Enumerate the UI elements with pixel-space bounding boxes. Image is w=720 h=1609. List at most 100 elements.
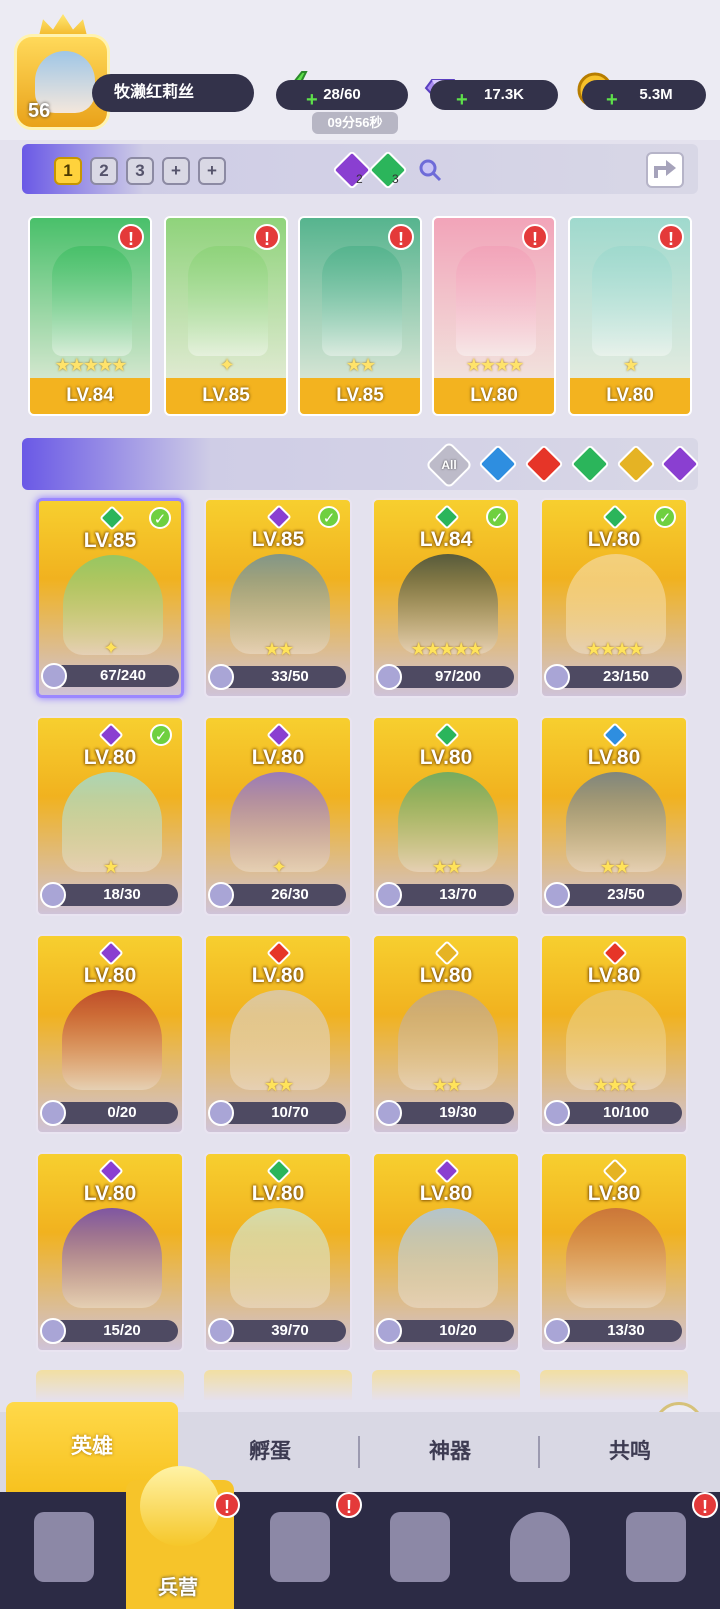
add-gems-button[interactable]: + [456, 90, 472, 110]
fragment-icon [544, 664, 570, 690]
hero-portrait [322, 246, 402, 356]
team-hero-card[interactable]: ★ LV.80! [568, 216, 692, 416]
hero-card[interactable]: LV.80 ★ 18/30 ✓ [36, 716, 184, 916]
dark-gem-count: 2 [356, 172, 363, 186]
element-icon [99, 505, 125, 531]
hero-stars: ★ [622, 355, 639, 375]
element-icon [266, 504, 292, 530]
hero-stars: ★★★ [592, 1075, 637, 1095]
tab-artifacts[interactable]: 神器 [362, 1412, 538, 1492]
hero-stars: ★★★★★ [410, 639, 484, 659]
hero-stars: ★★★★ [585, 639, 645, 659]
fragment-icon [544, 882, 570, 908]
hero-card[interactable]: LV.80 ✦ 26/30 [204, 716, 352, 916]
tab-divider [358, 1436, 360, 1468]
element-icon [98, 722, 124, 748]
hero-card[interactable]: LV.85 ★★ 33/50 ✓ [204, 498, 352, 698]
hero-stars: ✦ [271, 857, 286, 877]
team-slot-add-1[interactable]: + [162, 157, 190, 185]
gold-value: 5.3M [582, 80, 706, 110]
hero-portrait [592, 246, 672, 356]
hero-card[interactable]: LV.80 ★★ 13/70 [372, 716, 520, 916]
hero-card[interactable]: LV.80 0/20 [36, 934, 184, 1134]
book-icon [270, 1512, 330, 1582]
hero-portrait [230, 1208, 330, 1308]
fragment-icon [40, 882, 66, 908]
hero-portrait [456, 246, 536, 356]
team-slot-add-2[interactable]: + [198, 157, 226, 185]
team-slot-2[interactable]: 2 [90, 157, 118, 185]
element-filter-bar: All [22, 438, 700, 490]
hero-level: LV.85 [83, 529, 137, 552]
hero-card[interactable]: LV.84 ★★★★★ 97/200 ✓ [372, 498, 520, 698]
wind-filter-icon[interactable] [570, 444, 610, 484]
hero-card[interactable]: LV.85 ✦ 67/240 ✓ [36, 498, 184, 698]
fragment-icon [376, 1100, 402, 1126]
top-bar: 56 牧濑红莉丝 28/60 + 09分56秒 17.3K + 5.3M + [0, 0, 720, 140]
book-alert-badge: ! [336, 1492, 362, 1518]
team-hero-card[interactable]: ★★★★ LV.80! [432, 216, 556, 416]
team-slot-1[interactable]: 1 [54, 157, 82, 185]
hero-card[interactable]: LV.80 ★★★★ 23/150 ✓ [540, 498, 688, 698]
nav-banner[interactable] [606, 1502, 706, 1602]
tab-resonance[interactable]: 共鸣 [542, 1412, 718, 1492]
fragment-icon [40, 1318, 66, 1344]
hero-card[interactable]: LV.80 ★★ 10/70 [204, 934, 352, 1134]
team-hero-card[interactable]: ★★ LV.85! [298, 216, 422, 416]
hero-card[interactable]: LV.80 10/20 [372, 1152, 520, 1352]
dark-filter-icon[interactable] [660, 444, 700, 484]
nav-castle[interactable] [370, 1502, 470, 1602]
team-hero-card[interactable]: ✦ LV.85! [164, 216, 288, 416]
hero-level: LV.80 [419, 964, 473, 987]
share-button[interactable] [646, 152, 684, 188]
player-avatar[interactable]: 56 [10, 14, 110, 134]
element-icon [602, 504, 628, 530]
hero-level: LV.80 [419, 746, 473, 769]
hero-stars: ✦ [103, 638, 118, 658]
hero-alert-badge: ! [658, 224, 684, 250]
player-level: 56 [28, 100, 51, 122]
hero-card[interactable]: LV.80 ★★ 23/50 [540, 716, 688, 916]
hero-portrait [188, 246, 268, 356]
hero-card-partial [372, 1370, 520, 1400]
hero-card[interactable]: LV.80 39/70 [204, 1152, 352, 1352]
hero-stars: ★ [102, 857, 119, 877]
hero-card[interactable]: LV.80 13/30 [540, 1152, 688, 1352]
element-icon [98, 1158, 124, 1184]
filter-all-button[interactable]: All [424, 440, 474, 490]
hero-card[interactable]: LV.80 15/20 [36, 1152, 184, 1352]
hero-level: LV.80 [587, 964, 641, 987]
element-icon [266, 722, 292, 748]
hero-stars: ✦ [219, 355, 234, 375]
add-gold-button[interactable]: + [606, 90, 622, 110]
hero-level: LV.80 [251, 964, 305, 987]
cards-icon [34, 1512, 94, 1582]
mushroom-icon [510, 1512, 570, 1582]
nav-book[interactable] [250, 1502, 350, 1602]
nav-barracks-label: 兵营 [158, 1577, 198, 1599]
hero-card[interactable]: LV.80 ★★ 19/30 [372, 934, 520, 1134]
team-hero-card[interactable]: ★★★★★ LV.84! [28, 216, 152, 416]
water-filter-icon[interactable] [478, 444, 518, 484]
hero-stars: ★★ [263, 639, 294, 659]
player-name[interactable]: 牧濑红莉丝 [92, 74, 254, 112]
hero-level: LV.80 [587, 746, 641, 769]
nav-cards[interactable] [14, 1502, 114, 1602]
element-icon [434, 722, 460, 748]
hero-stars: ★★ [431, 857, 462, 877]
nav-barracks[interactable]: 兵营 [128, 1456, 228, 1606]
hero-level: LV.80 [251, 746, 305, 769]
fragment-icon [208, 1100, 234, 1126]
magnifier-icon[interactable] [418, 158, 442, 182]
hero-alert-badge: ! [254, 224, 280, 250]
light-filter-icon[interactable] [616, 444, 656, 484]
fragment-icon [208, 1318, 234, 1344]
add-energy-button[interactable]: + [306, 90, 322, 110]
nav-mushroom[interactable] [490, 1502, 590, 1602]
hero-card-partial [36, 1370, 184, 1400]
hero-card[interactable]: LV.80 ★★★ 10/100 [540, 934, 688, 1134]
hero-alert-badge: ! [522, 224, 548, 250]
fire-filter-icon[interactable] [524, 444, 564, 484]
deployed-check-icon: ✓ [486, 506, 508, 528]
team-slot-3[interactable]: 3 [126, 157, 154, 185]
